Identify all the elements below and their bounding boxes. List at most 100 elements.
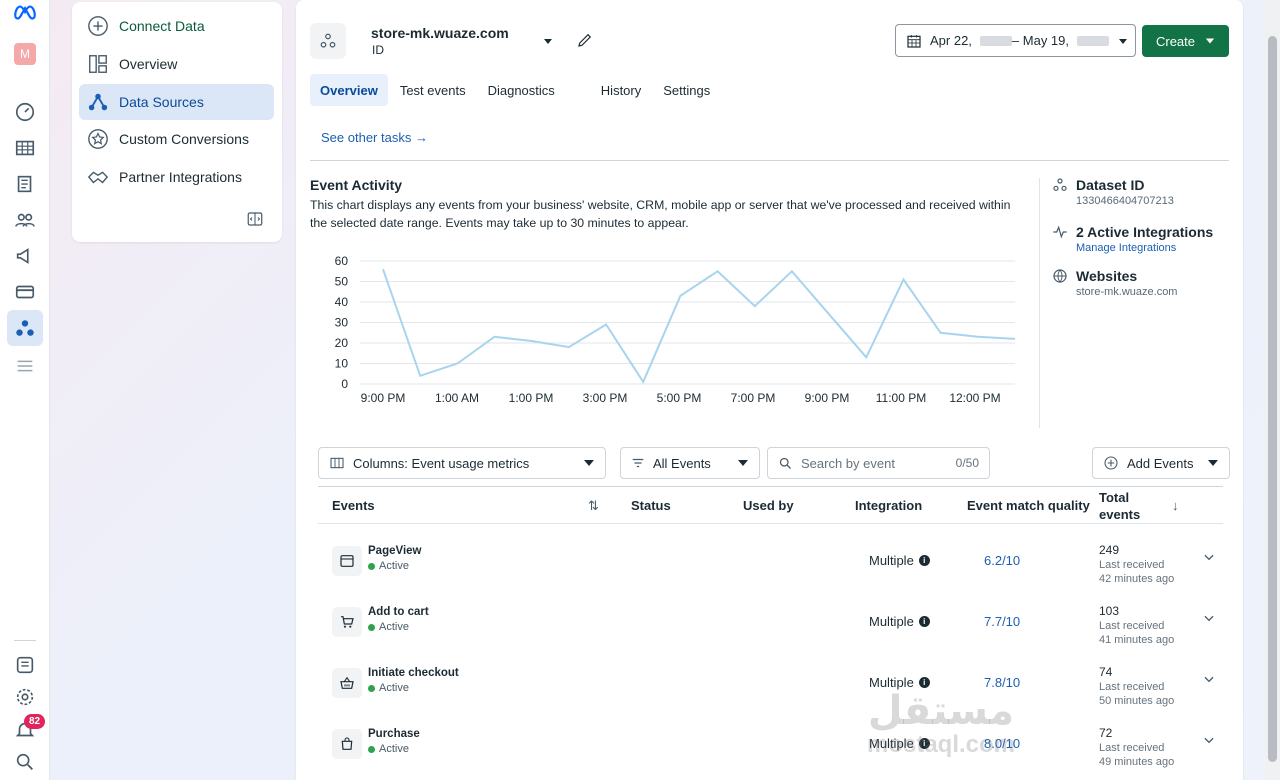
tab-bar: Overview Test events Diagnostics History… xyxy=(310,74,720,106)
x-tick-label: 9:00 PM xyxy=(805,391,850,405)
table-row[interactable]: Add to cart Active Multiple i 7.7/10 103 … xyxy=(318,593,1223,653)
status-text: Active xyxy=(379,743,409,755)
edit-pencil-icon[interactable] xyxy=(576,31,594,49)
table-header: Events ⇅ Status Used by Integration Even… xyxy=(318,486,1223,524)
table-row[interactable]: Initiate checkout Active Multiple i 7.8/1… xyxy=(318,654,1223,714)
info-icon[interactable]: i xyxy=(918,616,930,627)
cart-icon xyxy=(332,607,362,637)
dataset-id-label: ID xyxy=(372,43,384,57)
dataset-id-label: Dataset ID xyxy=(1076,177,1145,193)
chevron-down-icon[interactable] xyxy=(1202,550,1216,564)
news-icon[interactable] xyxy=(7,647,43,683)
see-other-tasks-link[interactable]: See other tasks → xyxy=(321,130,428,145)
event-name: Purchase xyxy=(368,728,420,740)
search-placeholder: Search by event xyxy=(801,455,895,471)
event-activity-title: Event Activity xyxy=(310,177,403,193)
search-icon[interactable] xyxy=(7,744,43,780)
plus-circle-icon xyxy=(88,16,108,36)
catalog-icon[interactable] xyxy=(7,166,43,202)
collapse-panel-icon[interactable] xyxy=(246,210,264,228)
billing-card-icon[interactable] xyxy=(7,274,43,310)
col-events[interactable]: Events xyxy=(332,498,375,513)
settings-gear-icon[interactable] xyxy=(7,679,43,715)
event-match-quality[interactable]: 7.7/10 xyxy=(984,614,1020,629)
last-received: Last received 49 minutes ago xyxy=(1099,742,1175,768)
sort-down-arrow-icon[interactable]: ↓ xyxy=(1172,498,1179,513)
manage-integrations-link[interactable]: Manage Integrations xyxy=(1076,242,1213,254)
chevron-down-icon[interactable] xyxy=(1202,733,1216,747)
meta-logo-icon[interactable] xyxy=(7,0,43,30)
nav-partner-integrations[interactable]: Partner Integrations xyxy=(79,159,274,195)
status-text: Active xyxy=(379,560,409,572)
y-tick-label: 40 xyxy=(335,295,349,309)
info-icon[interactable]: i xyxy=(918,677,930,688)
col-status[interactable]: Status xyxy=(631,498,671,513)
avatar-letter: M xyxy=(14,43,36,65)
dataset-icon xyxy=(1053,178,1067,191)
side-navigation: Connect Data Overview Data Sources Custo… xyxy=(72,2,282,242)
create-button[interactable]: Create xyxy=(1142,25,1229,57)
status-text: Active xyxy=(379,682,409,694)
x-tick-label: 7:00 PM xyxy=(731,391,776,405)
date-start: Apr 22, xyxy=(930,33,972,48)
last-received: Last received 41 minutes ago xyxy=(1099,620,1175,646)
table-row[interactable]: Purchase Active Multiple i 8.0/10 72 Last… xyxy=(318,715,1223,775)
series-line xyxy=(382,268,1016,385)
columns-dropdown[interactable]: Columns: Event usage metrics xyxy=(318,447,606,479)
event-match-quality[interactable]: 6.2/10 xyxy=(984,553,1020,568)
y-tick-label: 0 xyxy=(341,377,348,391)
event-filter-dropdown[interactable]: All Events xyxy=(620,447,760,479)
chevron-down-icon xyxy=(1208,460,1218,466)
event-status: Active xyxy=(368,560,409,572)
chevron-down-icon[interactable] xyxy=(1202,611,1216,625)
active-dot xyxy=(368,745,375,753)
search-char-count: 0/50 xyxy=(955,456,979,470)
shopping-bag-icon xyxy=(332,729,362,759)
tab-history[interactable]: History xyxy=(591,74,651,106)
table-row[interactable]: PageView Active Multiple i 6.2/10 249 Las… xyxy=(318,532,1223,592)
menu-icon[interactable] xyxy=(7,348,43,384)
search-events-input[interactable]: Search by event 0/50 xyxy=(767,447,990,479)
tab-test-events[interactable]: Test events xyxy=(390,74,476,106)
event-activity-chart: 0 10 20 30 40 50 60 9:00 PM 1:00 AM 1:00 PM 3:00 P… xyxy=(335,254,1016,405)
info-icon[interactable]: i xyxy=(918,555,930,566)
col-total-events[interactable]: Total events xyxy=(1099,489,1159,523)
table-icon[interactable] xyxy=(7,130,43,166)
audiences-icon[interactable] xyxy=(7,202,43,238)
chevron-down-icon xyxy=(584,460,594,466)
dataset-dropdown-caret-icon[interactable] xyxy=(542,35,554,47)
account-avatar[interactable]: M xyxy=(7,36,43,72)
date-end: – May 19, xyxy=(1011,33,1070,48)
nav-data-sources[interactable]: Data Sources xyxy=(79,84,274,120)
watermark-latin: mostaql.com xyxy=(866,731,1016,758)
nav-connect-data[interactable]: Connect Data xyxy=(79,8,274,44)
col-used-by[interactable]: Used by xyxy=(743,498,794,513)
filter-label: All Events xyxy=(653,455,711,471)
page-scrollbar[interactable] xyxy=(1265,0,1280,780)
dashboard-icon[interactable] xyxy=(7,94,43,130)
active-integrations-label: 2 Active Integrations xyxy=(1076,224,1214,240)
nav-label: Custom Conversions xyxy=(119,131,249,147)
columns-icon xyxy=(330,457,344,469)
nav-label: Connect Data xyxy=(119,18,205,34)
events-manager-icon[interactable] xyxy=(7,310,43,346)
tab-overview[interactable]: Overview xyxy=(310,74,388,106)
scrollbar-thumb[interactable] xyxy=(1268,36,1277,762)
col-integration[interactable]: Integration xyxy=(855,498,922,513)
websites-block: Websites store-mk.wuaze.com xyxy=(1052,268,1177,298)
chevron-down-icon[interactable] xyxy=(1202,672,1216,686)
sort-arrows-icon[interactable]: ⇅ xyxy=(588,498,599,514)
filter-icon xyxy=(632,458,644,468)
tab-settings[interactable]: Settings xyxy=(653,74,720,106)
add-events-button[interactable]: Add Events xyxy=(1092,447,1230,479)
ads-megaphone-icon[interactable] xyxy=(7,238,43,274)
event-match-quality[interactable]: 7.8/10 xyxy=(984,675,1020,690)
col-event-match-quality[interactable]: Event match quality xyxy=(967,498,1090,513)
event-name: Add to cart xyxy=(368,606,429,618)
nav-overview[interactable]: Overview xyxy=(79,46,274,82)
tab-diagnostics[interactable]: Diagnostics xyxy=(478,74,565,106)
date-range-picker[interactable]: Apr 22, – May 19, xyxy=(895,24,1136,57)
data-sources-icon xyxy=(88,93,108,111)
nav-custom-conversions[interactable]: Custom Conversions xyxy=(79,121,274,157)
handshake-icon xyxy=(87,171,109,184)
